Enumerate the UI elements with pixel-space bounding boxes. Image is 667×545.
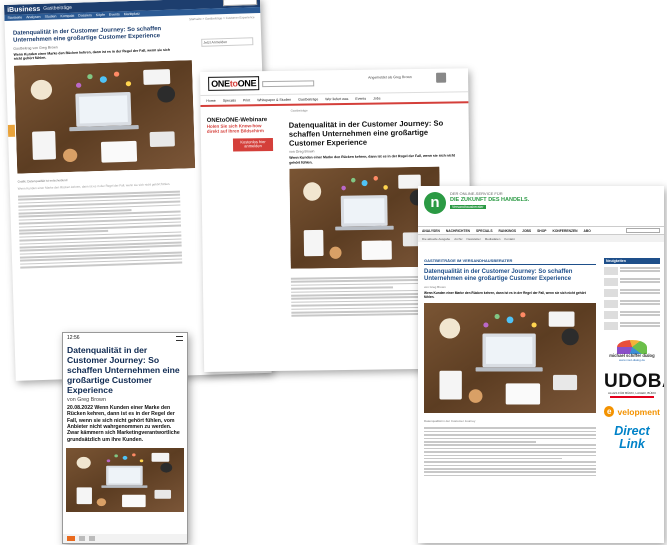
development-logo-text: velopment [617,406,660,417]
subnav-item[interactable]: Archiv [454,237,462,241]
print-icon[interactable] [89,536,95,541]
ibusiness-search-input[interactable] [222,0,258,7]
vhb-nav: ANALYSEN NACHRICHTEN SPECIALS RANKINGS J… [418,226,664,235]
account-info[interactable]: Angemeldet als Greg Brown [368,75,424,80]
nav-item[interactable]: Kompakt [60,14,74,18]
sidebar-heading: Neuigkeiten [604,258,660,264]
vhb-brand: Versandhausberater [450,205,486,209]
nav-item[interactable]: Startseite [7,15,22,19]
onetoone-logo[interactable]: ONEtoONE [208,76,260,91]
nav-item[interactable]: Wer liefert was [325,96,348,100]
udobaer-claim: ALLES FÜR BÜRO, LAGER, BÜRO [607,391,656,396]
article-hero-image [424,303,596,413]
sidebar-news-item[interactable] [604,289,660,297]
vhb-sidebar: Neuigkeiten michael schiffer dialog www.… [604,258,664,450]
nav-item[interactable]: Home [206,98,215,102]
onetoone-header: ONEtoONE Angemeldet als Greg Brown [200,68,469,96]
nav-item[interactable]: RANKINGS [499,229,517,233]
article-hero-image [14,60,195,174]
article-body-text [424,427,596,477]
webinar-ad[interactable]: ONEtoONE-Webinare Holen Sie sich Know-ho… [206,116,276,172]
article: Datenqualität in der Customer Journey: S… [5,23,191,272]
subnav-item[interactable]: Newsletter [467,237,481,241]
development-ad[interactable]: e velopment [604,406,660,418]
nav-item[interactable]: SPECIALS [476,229,493,233]
development-logo-icon: e [604,406,615,418]
sidebar-news-item[interactable] [604,278,660,286]
nav-item[interactable]: SHOP [537,229,546,233]
subnav-item[interactable]: Mediadaten [485,237,501,241]
bookmark-icon[interactable] [79,536,85,541]
mobile-status-bar: 12:56 [63,333,187,343]
share-icon[interactable] [67,536,75,541]
vhb-tagline-main: DIE ZUKUNFT DES HANDELS. [450,197,530,203]
webinar-signup-button[interactable]: Kostenlos hier anmelden [232,137,274,152]
msd-ad-url: www.msd-dialog.de [618,358,645,363]
mobile-share-bar [63,534,187,543]
nav-item[interactable]: JOBS [522,229,531,233]
onetoone-search-input[interactable] [262,80,315,88]
nav-item[interactable]: NACHRICHTEN [446,229,470,233]
nav-item[interactable]: Events [355,96,366,100]
signup-box[interactable]: Jetzt Anmelden [201,37,254,47]
nav-item[interactable]: KONFERENZEN [552,229,577,233]
webinar-ad-subtitle: Holen Sie sich Know-how direkt auf Ihren… [206,123,264,134]
vhb-tagline: DER ONLINE-SERVICE FÜR [450,191,503,196]
screenshot-mobile: 12:56 Datenqualität in der Customer Jour… [62,332,188,544]
vhb-search-input[interactable] [626,228,660,233]
hamburger-menu-icon[interactable] [176,335,183,341]
article-title: Datenqualität in der Customer Journey: S… [288,118,444,148]
section-heading: GASTBEITRÄGE IM VERSANDHAUSBERATER [424,258,596,265]
directlink-ad[interactable]: Direct Link [604,425,660,450]
nav-item[interactable]: Dossiers [78,13,92,17]
vhb-header: n DER ONLINE-SERVICE FÜR DIE ZUKUNFT DES… [418,186,664,226]
nav-item[interactable]: Gastbeiträge [298,97,318,101]
nav-item[interactable]: Whitepaper & Studien [257,97,291,101]
nav-item[interactable]: Köpfe [96,13,105,17]
ibusiness-logo[interactable]: iBusiness [7,5,40,13]
msd-logo-icon [617,340,647,354]
article-byline: von Greg Brown [424,285,446,290]
subnav-item[interactable]: Kontakt [504,237,514,241]
article-lead: Wenn Kunden einer Marke den Rücken kehre… [289,153,456,165]
sidebar-news-item[interactable] [604,300,660,308]
udobaer-ad[interactable]: UDOBÄR ALLES FÜR BÜRO, LAGER, BÜRO [604,371,664,399]
article-title: Datenqualität in der Customer Journey: S… [424,269,573,283]
nav-item[interactable]: ANALYSEN [422,229,440,233]
sidebar-news-item[interactable] [604,322,660,330]
nav-item[interactable]: Jobs [373,96,380,100]
article-lead: Wenn Kunden einer Marke den Rücken kehre… [424,291,586,300]
article-paragraph: Wenn Kunden einer Marke den Rücken kehre… [17,182,171,191]
sidebar-news-item[interactable] [604,311,660,319]
vhb-subnav: Die aktuelle Ausgabe Archiv Newsletter M… [418,235,664,242]
ibusiness-section-title: Gastbeiträge [43,4,72,12]
udobaer-logo: UDOBÄR [604,371,664,393]
side-ad-banner[interactable] [7,124,16,137]
article-byline: von Greg Brown [67,396,106,403]
sidebar: Jetzt Anmelden [201,37,254,47]
nav-item[interactable]: Specials [223,98,236,102]
screenshot-versandhausberater: n DER ONLINE-SERVICE FÜR DIE ZUKUNFT DES… [418,186,664,543]
vhb-logo[interactable]: n [424,192,446,214]
msd-ad[interactable]: michael schiffer dialog www.msd-dialog.d… [604,340,660,362]
article-hero-image [66,448,184,512]
nav-item[interactable]: Marktplatz [124,12,140,17]
article: GASTBEITRÄGE IM VERSANDHAUSBERATER Daten… [424,258,596,478]
mobile-time: 12:56 [67,335,80,341]
nav-item[interactable]: ABO [584,229,591,233]
article-title: Datenqualität in der Customer Journey: S… [67,345,180,395]
nav-item[interactable]: Events [109,12,120,16]
subnav-item[interactable]: Die aktuelle Ausgabe [422,237,450,241]
nav-item[interactable]: Print [243,98,250,102]
image-caption: Datenqualität in der Customer Journey [424,419,476,424]
nav-item[interactable]: Studien [45,14,57,18]
nav-item[interactable]: Analysen [26,15,41,19]
avatar[interactable] [436,72,447,83]
article-lead: 20.08.2022 Wenn Kunden einer Marke den R… [67,404,180,443]
sidebar-news-item[interactable] [604,267,660,275]
article-body-text [17,190,183,269]
